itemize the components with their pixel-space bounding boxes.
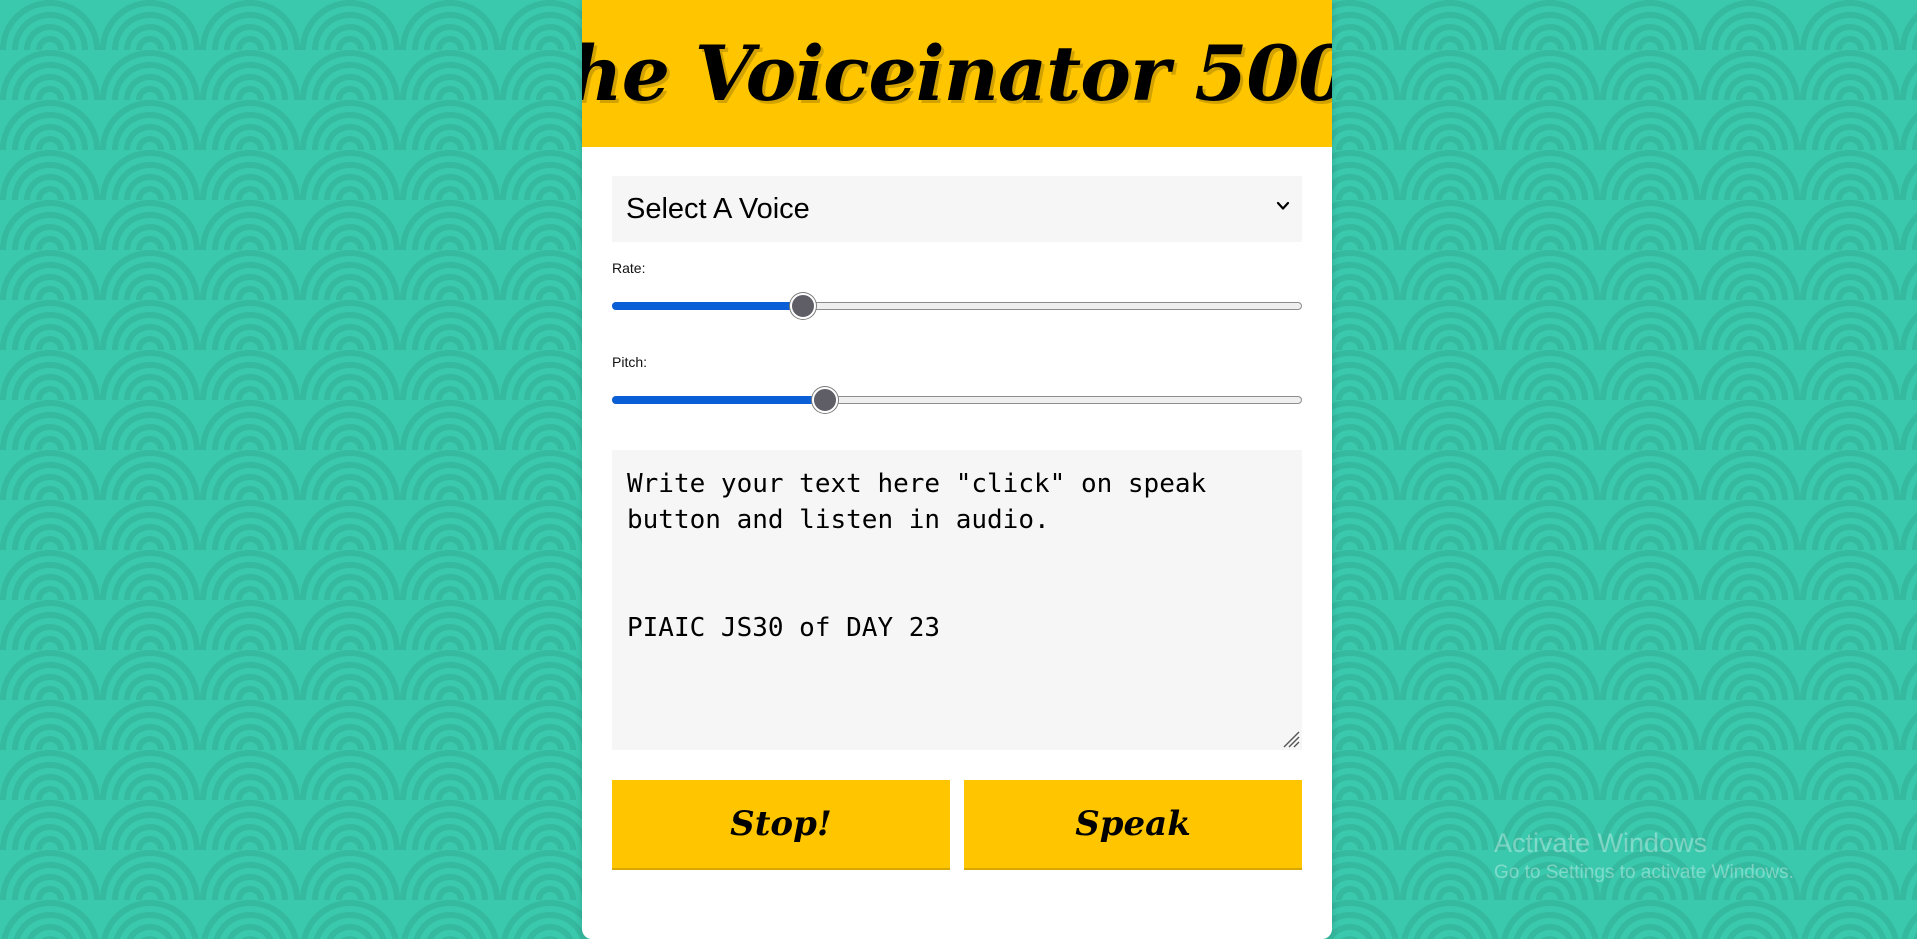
pitch-slider-fill: [612, 396, 825, 404]
voice-select-value: Select A Voice: [626, 192, 810, 225]
chevron-down-icon: [1276, 201, 1290, 210]
activate-windows-watermark: Activate Windows Go to Settings to activ…: [1494, 826, 1794, 886]
app-title: The Voiceinator 5000: [582, 29, 1332, 118]
rate-slider[interactable]: [612, 276, 1302, 336]
controls: Select A Voice Rate: Pitch: Write your t…: [612, 176, 1302, 870]
voiceinator-panel: The Voiceinator 5000 Select A Voice Rate…: [582, 0, 1332, 939]
button-row: Stop! Speak: [612, 780, 1302, 870]
pitch-label: Pitch:: [612, 354, 648, 370]
pitch-slider-thumb[interactable]: [811, 387, 838, 413]
header: The Voiceinator 5000: [582, 0, 1332, 147]
pitch-slider[interactable]: [612, 370, 1302, 430]
rate-label: Rate:: [612, 260, 646, 276]
speak-button[interactable]: Speak: [964, 780, 1302, 870]
rate-slider-thumb[interactable]: [790, 293, 817, 319]
voice-select[interactable]: Select A Voice: [612, 176, 1302, 242]
stop-button[interactable]: Stop!: [612, 780, 950, 870]
rate-slider-fill: [612, 302, 804, 310]
text-input-value: Write your text here "click" on speak bu…: [627, 469, 1207, 643]
text-input[interactable]: Write your text here "click" on speak bu…: [612, 450, 1302, 750]
watermark-title: Activate Windows: [1494, 828, 1708, 858]
resize-handle-icon[interactable]: [1280, 728, 1300, 748]
watermark-subtitle: Go to Settings to activate Windows.: [1494, 862, 1794, 883]
